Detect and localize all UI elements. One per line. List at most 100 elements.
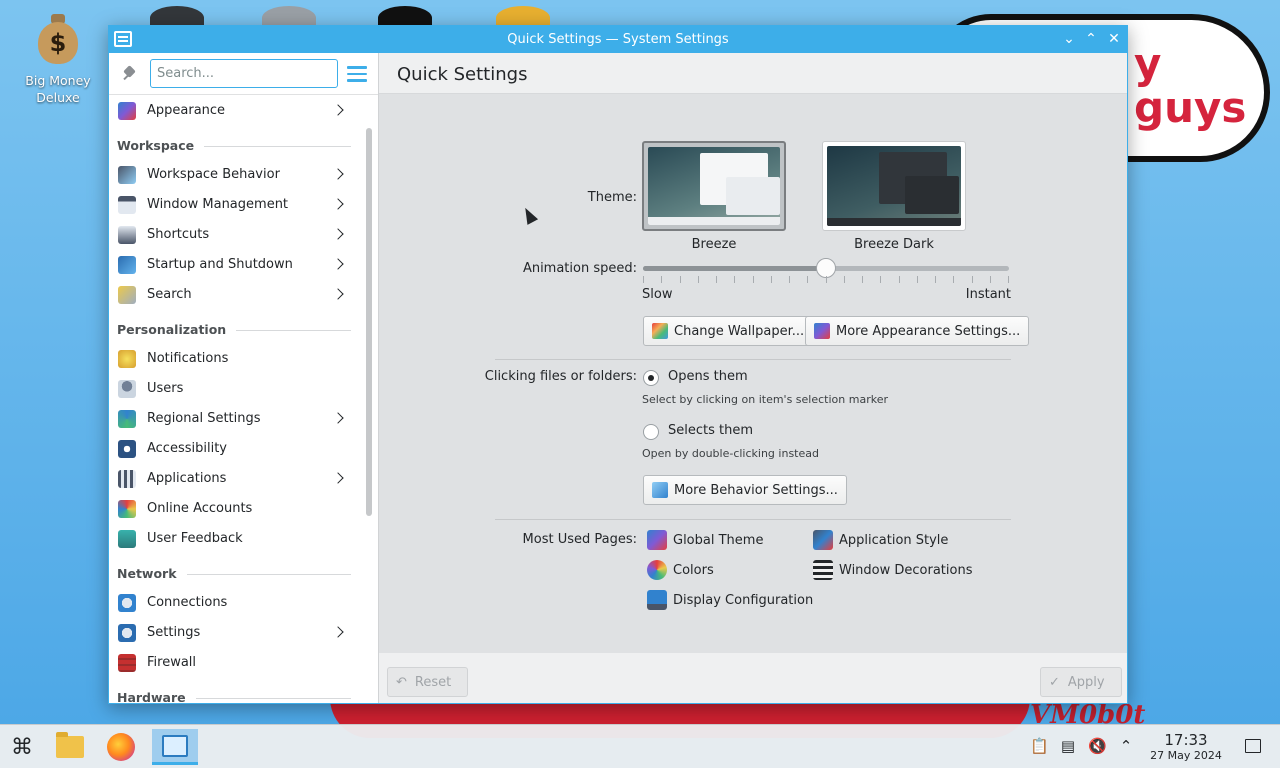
sidebar-nav-list: Appearance Workspace Workspace Behavior Win…: [109, 96, 361, 703]
opens-them-hint: Select by clicking on item's selection m…: [642, 393, 888, 406]
reset-icon: ↶: [396, 674, 407, 690]
sidebar-item-startup-and-shutdown[interactable]: Startup and Shutdown: [109, 250, 361, 280]
slider-fill: [643, 266, 826, 271]
selects-them-label[interactable]: Selects them: [668, 423, 753, 438]
clicking-files-label: Clicking files or folders:: [484, 369, 637, 384]
sidebar-item-users[interactable]: Users: [109, 374, 361, 404]
clipboard-tray-icon[interactable]: 📋: [1030, 737, 1049, 755]
divider: [236, 330, 351, 331]
clock[interactable]: 17:33 27 May 2024: [1140, 731, 1232, 763]
close-button[interactable]: ✕: [1104, 29, 1124, 49]
slider-tick: [935, 276, 936, 283]
slider-tick: [734, 276, 735, 283]
search-input[interactable]: [150, 59, 338, 88]
volume-muted-icon[interactable]: 🔇: [1088, 737, 1107, 755]
taskbar-file-manager[interactable]: [52, 729, 88, 765]
chevron-right-icon: [332, 258, 344, 270]
sidebar-item-label: Firewall: [147, 655, 197, 670]
apply-label: Apply: [1067, 674, 1105, 690]
sidebar-item-settings[interactable]: Settings: [109, 618, 361, 648]
divider: [495, 359, 1011, 360]
title-bar[interactable]: Quick Settings — System Settings ⌄ ⌃ ✕: [109, 26, 1127, 53]
notes-tray-icon[interactable]: ▤: [1059, 737, 1077, 755]
desktop-icon-big-money-deluxe[interactable]: $ Big Money Deluxe: [18, 12, 98, 106]
sidebar-item-label: Connections: [147, 595, 228, 610]
appearance-icon: [118, 102, 136, 120]
sidebar-item-workspace-behavior[interactable]: Workspace Behavior: [109, 160, 361, 190]
sidebar-item-applications[interactable]: Applications: [109, 464, 361, 494]
system-settings-icon: [162, 734, 188, 757]
sidebar-item-connections[interactable]: Connections: [109, 588, 361, 618]
animation-speed-slider[interactable]: [643, 258, 1009, 278]
hamburger-menu-icon[interactable]: [347, 66, 367, 82]
app-launcher-button[interactable]: ⌘: [4, 729, 40, 765]
most-used-global-theme[interactable]: Global Theme: [647, 529, 763, 551]
sidebar-item-regional-settings[interactable]: Regional Settings: [109, 404, 361, 434]
sidebar-item-search[interactable]: Search: [109, 280, 361, 310]
more-appearance-settings-button[interactable]: More Appearance Settings...: [805, 316, 1030, 346]
sidebar-scrollbar[interactable]: [366, 128, 372, 516]
slider-handle[interactable]: [816, 258, 836, 278]
most-used-application-style[interactable]: Application Style: [813, 529, 948, 551]
global-theme-icon: [647, 530, 667, 550]
slider-tick: [880, 276, 881, 283]
maximize-button[interactable]: ⌃: [1081, 29, 1101, 49]
opens-them-label[interactable]: Opens them: [668, 369, 748, 384]
sidebar-item-window-management[interactable]: Window Management: [109, 190, 361, 220]
desktop-icon-label-line1: Big Money: [25, 73, 91, 88]
theme-card-breeze-dark[interactable]: [822, 141, 966, 231]
apply-button[interactable]: ✓ Apply: [1040, 667, 1122, 697]
sidebar-item-appearance[interactable]: Appearance: [109, 96, 361, 126]
minimize-button[interactable]: ⌄: [1059, 29, 1079, 49]
slider-min-label: Slow: [642, 287, 673, 302]
change-wallpaper-button[interactable]: Change Wallpaper...: [643, 316, 814, 346]
sidebar-item-notifications[interactable]: Notifications: [109, 344, 361, 374]
sidebar-item-label: Notifications: [147, 351, 229, 366]
most-used-display-configuration[interactable]: Display Configuration: [647, 589, 813, 611]
sidebar-item-label: Search: [147, 287, 192, 302]
chevron-right-icon: [332, 288, 344, 300]
slider-tick: [862, 276, 863, 283]
tray-expand-icon[interactable]: ⌃: [1117, 737, 1135, 755]
selects-them-radio[interactable]: [643, 424, 659, 440]
application-style-icon: [813, 530, 833, 550]
reset-button[interactable]: ↶ Reset: [387, 667, 468, 697]
main-content: Quick Settings Theme: Breeze Breeze Dark…: [379, 53, 1127, 703]
slider-tick: [1008, 276, 1009, 283]
behavior-icon: [652, 482, 668, 498]
change-wallpaper-label: Change Wallpaper...: [674, 323, 805, 339]
taskbar: ⌘ 📋 ▤ 🔇 ⌃ 17:33 27 May 2024: [0, 724, 1280, 768]
user-feedback-icon: [118, 530, 136, 548]
slider-tick: [698, 276, 699, 283]
sidebar-item-shortcuts[interactable]: Shortcuts: [109, 220, 361, 250]
more-appearance-label: More Appearance Settings...: [836, 323, 1021, 339]
clock-time: 17:33: [1164, 731, 1208, 749]
settings-icon: [118, 624, 136, 642]
slider-tick: [990, 276, 991, 283]
pin-icon[interactable]: [121, 65, 139, 83]
sidebar-item-accessibility[interactable]: Accessibility: [109, 434, 361, 464]
sidebar-item-user-feedback[interactable]: User Feedback: [109, 524, 361, 554]
most-used-label: Global Theme: [673, 532, 764, 548]
sidebar-item-firewall[interactable]: Firewall: [109, 648, 361, 678]
sidebar-item-label: Settings: [147, 625, 201, 640]
show-desktop-icon[interactable]: [1245, 739, 1261, 753]
slider-tick: [771, 276, 772, 283]
taskbar-system-settings[interactable]: [152, 729, 198, 765]
sidebar-item-online-accounts[interactable]: Online Accounts: [109, 494, 361, 524]
more-behavior-settings-button[interactable]: More Behavior Settings...: [643, 475, 847, 505]
bubble-text-line1: y: [1134, 39, 1162, 88]
sidebar-item-label: Startup and Shutdown: [147, 257, 293, 272]
theme-card-breeze[interactable]: [642, 141, 786, 231]
regional-settings-icon: [118, 410, 136, 428]
most-used-window-decorations[interactable]: Window Decorations: [813, 559, 973, 581]
opens-them-radio[interactable]: [643, 370, 659, 386]
chevron-right-icon: [332, 472, 344, 484]
sidebar-toolbar: [109, 53, 378, 95]
shortcuts-icon: [118, 226, 136, 244]
slider-tick: [972, 276, 973, 283]
workspace-behavior-icon: [118, 166, 136, 184]
most-used-label: Colors: [673, 562, 714, 578]
taskbar-firefox[interactable]: [103, 729, 139, 765]
most-used-colors[interactable]: Colors: [647, 559, 714, 581]
